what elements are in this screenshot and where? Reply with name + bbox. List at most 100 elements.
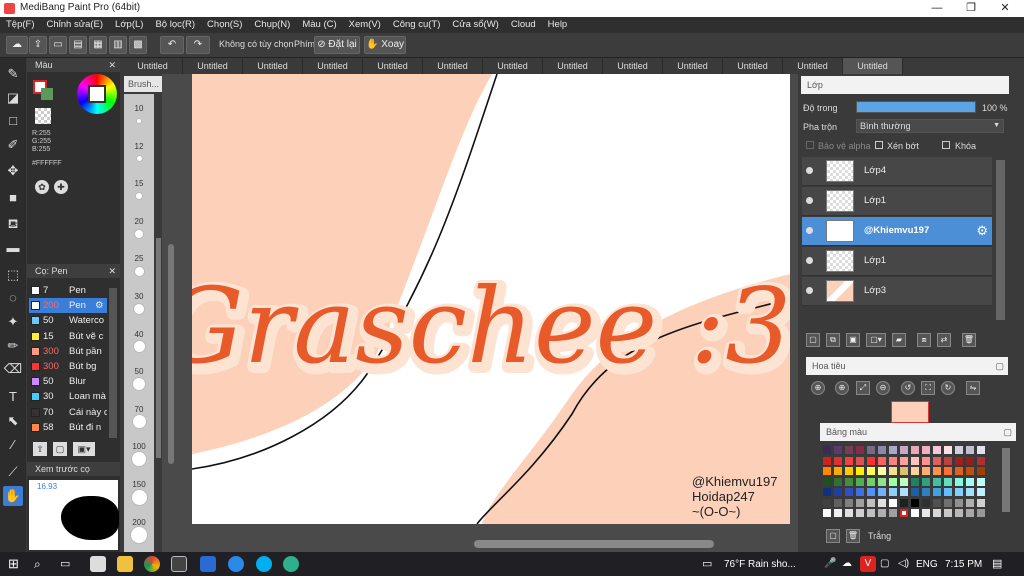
palette-swatch[interactable] [834, 446, 842, 454]
share-button[interactable]: ⇪ [29, 36, 47, 54]
palette-new-icon[interactable]: ▢ [826, 529, 840, 543]
palette-swatch[interactable] [889, 477, 897, 486]
palette-swatch[interactable] [867, 446, 875, 454]
palette-swatch[interactable] [922, 488, 930, 496]
palette-swatch[interactable] [900, 477, 908, 486]
operation-tool-icon[interactable]: ⬉ [3, 411, 23, 431]
palette-swatch[interactable] [944, 456, 952, 465]
document-tab[interactable]: Untitled [123, 58, 183, 74]
palette-swatch[interactable] [889, 456, 897, 465]
palette-swatch[interactable] [911, 477, 919, 486]
maximize-icon[interactable]: ❐ [954, 0, 988, 17]
palette-swatch[interactable] [878, 446, 886, 454]
palette-swatch[interactable] [966, 446, 974, 454]
palette-swatch[interactable] [922, 446, 930, 454]
weather-text[interactable]: 76°F Rain sho... [724, 559, 796, 570]
palette-swatch[interactable] [933, 446, 941, 454]
brush-size-dot[interactable] [130, 525, 148, 544]
document-tab[interactable]: Untitled [303, 58, 363, 74]
canvas-vscrollbar[interactable] [168, 244, 174, 464]
palette-swatch[interactable] [867, 509, 875, 517]
visibility-icon[interactable] [806, 257, 813, 264]
palette-swatch[interactable] [922, 498, 930, 507]
blend-mode-select[interactable]: Bình thường ▼ [856, 119, 1004, 133]
palette-swatch[interactable] [922, 456, 930, 465]
new-layer-icon[interactable]: ▢ [806, 333, 820, 347]
volume-icon[interactable]: ◁) [898, 556, 914, 572]
close-icon[interactable]: ✕ [988, 0, 1022, 17]
lasso-tool-icon[interactable]: ◌ [3, 288, 23, 308]
gear-icon[interactable]: ⚙ [976, 223, 988, 239]
palette-swatch[interactable] [911, 446, 919, 454]
visibility-icon[interactable] [806, 197, 813, 204]
lock-checkbox[interactable] [942, 141, 950, 149]
palette-swatch[interactable] [856, 498, 864, 507]
network-icon[interactable]: ▢ [880, 556, 896, 572]
windows-start-icon[interactable]: ⊞ [8, 556, 24, 572]
palette-swatch[interactable] [845, 446, 853, 454]
palette-add-icon[interactable]: ✚ [54, 180, 68, 194]
brush-size-dot[interactable] [131, 451, 147, 468]
palette-swatch[interactable] [856, 467, 864, 475]
new-folder-layer-icon[interactable]: ▣ [846, 333, 860, 347]
menu-window[interactable]: Cửa sổ(W) [446, 17, 504, 33]
palette-swatch[interactable] [900, 446, 908, 454]
palette-swatch[interactable] [823, 509, 831, 517]
medibang-icon[interactable] [171, 556, 187, 572]
palette-swatch[interactable] [933, 509, 941, 517]
brush-list-item[interactable]: 300 Bút pần [29, 344, 107, 359]
brush-list-item[interactable]: 300 Bút bg [29, 359, 107, 374]
palette-swatch[interactable] [878, 477, 886, 486]
palette-swatch[interactable] [889, 498, 897, 507]
palette-swatch[interactable] [834, 509, 842, 517]
brush-list-item[interactable]: 50 Waterco [29, 313, 107, 328]
search-icon[interactable]: ⌕ [34, 556, 50, 572]
palette-swatch[interactable] [966, 488, 974, 496]
palette-swatch[interactable] [922, 477, 930, 486]
palette-delete-icon[interactable]: 🗑 [846, 529, 860, 543]
palette-swatch[interactable] [966, 509, 974, 517]
grid-button[interactable]: ▥ [109, 36, 127, 54]
palette-swatch[interactable] [911, 498, 919, 507]
layer-scrollbar[interactable] [996, 160, 1005, 320]
palette-swatch[interactable] [900, 488, 908, 496]
menu-file[interactable]: Tệp(F) [0, 17, 41, 33]
palette-swatch[interactable] [933, 477, 941, 486]
delete-layer-icon[interactable]: 🗑 [962, 333, 976, 347]
palette-swatch[interactable] [834, 467, 842, 475]
palette-swatch[interactable] [823, 477, 831, 486]
palette-swatch[interactable] [911, 467, 919, 475]
document-tab[interactable]: Untitled [183, 58, 243, 74]
new-brush-icon[interactable]: ▢ [53, 442, 67, 456]
palette-swatch[interactable] [878, 509, 886, 517]
palette-swatch[interactable] [878, 488, 886, 496]
palette-swatch[interactable] [977, 498, 985, 507]
palette-swatch[interactable] [878, 456, 886, 465]
secondary-color-swatch[interactable] [41, 88, 53, 100]
palette-swatch[interactable] [911, 488, 919, 496]
layer-row[interactable]: Lớp1 [802, 187, 992, 216]
vivaldi-icon[interactable]: V [860, 556, 876, 572]
document-tab[interactable]: Untitled [663, 58, 723, 74]
comment-button[interactable]: ▭ [49, 36, 67, 54]
hand-tool-icon[interactable]: ✋ [3, 486, 23, 506]
minimize-icon[interactable]: — [920, 0, 954, 17]
palette-swatch[interactable] [977, 488, 985, 496]
fill-tool-icon[interactable]: ■ [3, 188, 23, 208]
palette-swatch[interactable] [944, 509, 952, 517]
document-tab[interactable]: Untitled [723, 58, 783, 74]
palette-swatch[interactable] [944, 498, 952, 507]
palette-swatch[interactable] [867, 477, 875, 486]
brush-size-scrollbar[interactable] [156, 238, 161, 458]
palette-swatch[interactable] [834, 477, 842, 486]
brush-scrollbar[interactable] [109, 288, 117, 438]
onedrive-icon[interactable]: ☁ [842, 556, 858, 572]
palette-swatch[interactable] [955, 488, 963, 496]
palette-swatch[interactable] [955, 477, 963, 486]
palette-swatch[interactable] [911, 509, 919, 517]
layer-row[interactable]: @Khiemvu197 ⚙ [802, 217, 992, 246]
menu-edit[interactable]: Chỉnh sửa(E) [41, 17, 110, 33]
palette-swatch[interactable] [955, 446, 963, 454]
rotate-button[interactable]: ✋ Xoay [364, 36, 406, 54]
bucket-tool-icon[interactable]: ⛾ [3, 214, 23, 234]
